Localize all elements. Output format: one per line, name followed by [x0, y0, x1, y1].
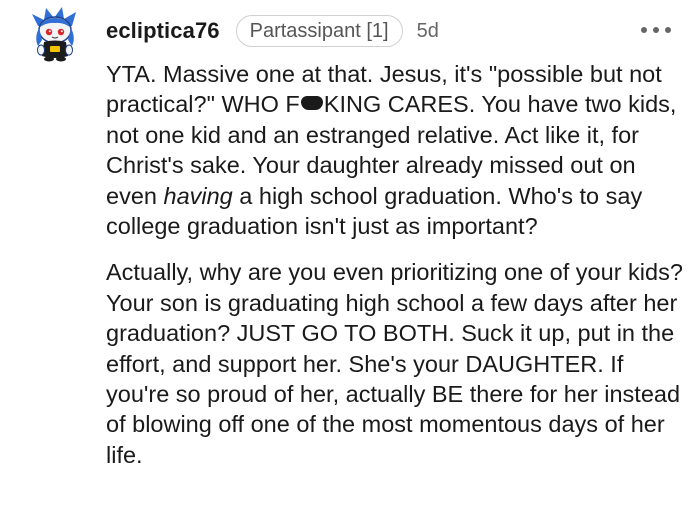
- author-username[interactable]: ecliptica76: [106, 18, 220, 44]
- comment-body: YTA. Massive one at that. Jesus, it's "p…: [106, 59, 686, 470]
- user-flair-badge: Partassipant [1]: [235, 15, 403, 47]
- ellipsis-icon: [665, 27, 671, 33]
- comment-paragraph: Actually, why are you even prioritizing …: [106, 259, 683, 468]
- snoo-avatar-icon: [32, 7, 76, 62]
- censor-blob-icon: [300, 96, 323, 111]
- comment-age: 5d: [416, 19, 439, 42]
- user-avatar[interactable]: [30, 6, 82, 62]
- comment-paragraph: YTA. Massive one at that. Jesus, it's "p…: [106, 59, 686, 241]
- ellipsis-icon: [641, 27, 647, 33]
- more-options-button[interactable]: [641, 16, 671, 44]
- emphasis-text: having: [163, 182, 233, 209]
- comment-header: ecliptica76 Partassipant [1] 5d: [106, 14, 439, 48]
- comment: ecliptica76 Partassipant [1] 5d YTA. Mas…: [0, 0, 700, 509]
- ellipsis-icon: [653, 27, 659, 33]
